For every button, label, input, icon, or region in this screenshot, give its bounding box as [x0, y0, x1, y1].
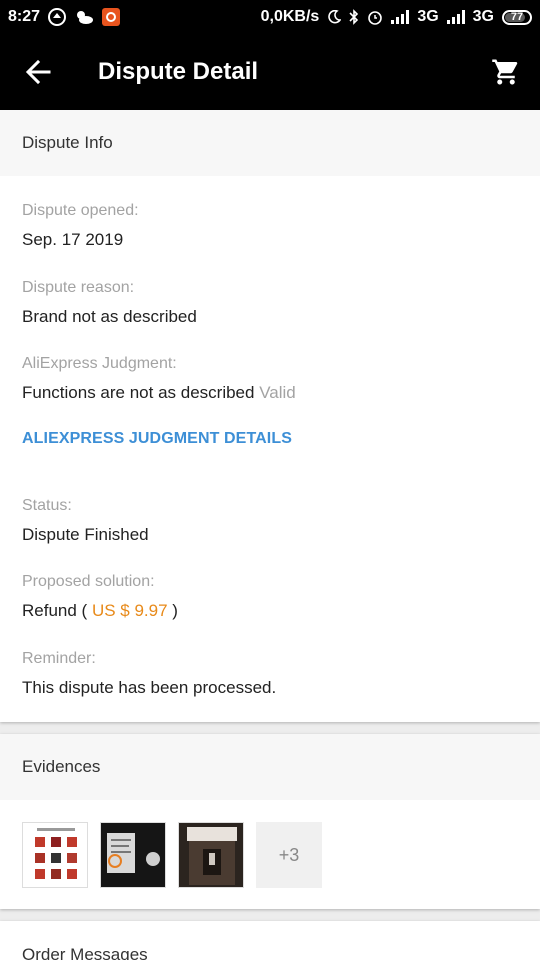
battery-icon: 77 [502, 9, 532, 25]
judgment-value: Functions are not as described Valid [22, 383, 518, 403]
solution-prefix: Refund ( [22, 601, 88, 620]
dispute-reason-value: Brand not as described [22, 307, 197, 326]
dispute-info-card: Dispute Info Dispute opened: Sep. 17 201… [0, 110, 540, 722]
judgment-details-link[interactable]: ALIEXPRESS JUDGMENT DETAILS [22, 430, 292, 448]
proposed-solution-field: Proposed solution: Refund ( US $ 9.97 ) [22, 573, 518, 621]
proposed-solution-value: Refund ( US $ 9.97 ) [22, 601, 518, 621]
battery-level: 77 [510, 11, 524, 23]
reminder-value: This dispute has been processed. [22, 678, 277, 697]
status-bar-right: 0,0KB/s 3G 3G 77 [261, 8, 532, 26]
judgment-field: AliExpress Judgment: Functions are not a… [22, 355, 518, 403]
dispute-opened-field: Dispute opened: Sep. 17 2019 [22, 202, 518, 250]
back-button[interactable] [0, 34, 76, 110]
more-evidences-button[interactable]: +3 [256, 822, 322, 888]
moon-icon [327, 10, 342, 24]
signal-icon [446, 10, 465, 24]
order-messages-header[interactable]: Order Messages [0, 921, 540, 960]
reminder-label: Reminder: [22, 650, 96, 667]
notification-app-icon [48, 8, 67, 26]
status-label: Status: [22, 497, 72, 514]
evidence-thumbnail[interactable] [100, 822, 166, 888]
network-speed: 0,0KB/s [260, 8, 320, 25]
status-bar-left: 8:27 [8, 8, 121, 26]
cart-button[interactable] [476, 34, 536, 110]
judgment-status: Valid [259, 383, 296, 402]
evidences-header: Evidences [0, 734, 540, 800]
proposed-solution-label: Proposed solution: [22, 573, 155, 590]
status-value: Dispute Finished [22, 525, 149, 544]
dispute-opened-label: Dispute opened: [22, 202, 139, 219]
dispute-reason-field: Dispute reason: Brand not as described [22, 279, 518, 327]
evidence-thumbnails: +3 [22, 822, 322, 888]
page-title: Dispute Detail [98, 58, 259, 85]
refund-amount: US $ 9.97 [91, 601, 168, 620]
more-evidences-count: +3 [278, 844, 300, 865]
app-bar: Dispute Detail [0, 34, 540, 110]
judgment-text: Functions are not as described [22, 383, 255, 402]
arrow-left-icon [25, 59, 51, 85]
dispute-info-header: Dispute Info [0, 110, 540, 176]
status-bar: 8:27 0,0KB/s 3G 3G 77 [0, 0, 540, 34]
evidence-thumbnail[interactable] [178, 822, 244, 888]
network-type-1: 3G [417, 8, 439, 25]
judgment-label: AliExpress Judgment: [22, 355, 177, 372]
signal-icon [391, 10, 410, 24]
product-photo-image [101, 823, 165, 887]
dispute-reason-label: Dispute reason: [22, 279, 135, 296]
bluetooth-icon [349, 9, 359, 25]
evidences-card: Evidences +3 [0, 734, 540, 909]
solution-suffix: ) [172, 601, 178, 620]
dispute-opened-value: Sep. 17 2019 [22, 230, 124, 249]
compatibility-chart-image [23, 823, 87, 887]
reminder-field: Reminder: This dispute has been processe… [22, 650, 518, 698]
alarm-icon [367, 9, 383, 25]
status-time: 8:27 [8, 8, 41, 25]
weather-icon [74, 9, 94, 25]
coffee-machine-image [179, 823, 243, 887]
aliexpress-notification-icon [102, 8, 121, 26]
evidence-thumbnail[interactable] [22, 822, 88, 888]
status-field: Status: Dispute Finished [22, 497, 518, 545]
order-messages-card: Order Messages [0, 921, 540, 960]
network-type-2: 3G [472, 8, 494, 25]
shopping-cart-icon [492, 59, 518, 85]
